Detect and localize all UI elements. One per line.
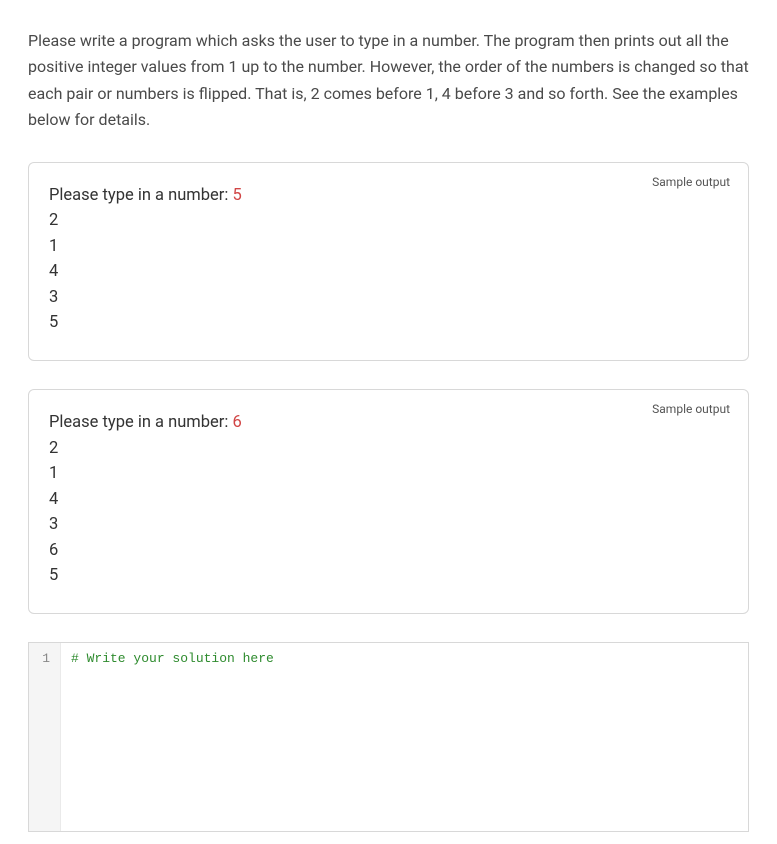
code-editor-area[interactable]: # Write your solution here xyxy=(61,643,748,831)
sample-output-line: 5 xyxy=(49,563,728,589)
code-comment: # Write your solution here xyxy=(71,651,274,666)
sample-output-line: 4 xyxy=(49,487,728,513)
sample-output-line: 2 xyxy=(49,436,728,462)
sample-output-line: 1 xyxy=(49,234,728,260)
sample-output-line: 4 xyxy=(49,259,728,285)
sample-output-line: 3 xyxy=(49,512,728,538)
sample-prompt-text: Please type in a number: xyxy=(49,413,232,432)
code-editor[interactable]: 1 # Write your solution here xyxy=(28,642,749,832)
sample-output-box: Sample output Please type in a number: 6… xyxy=(28,389,749,614)
sample-output-box: Sample output Please type in a number: 5… xyxy=(28,162,749,361)
line-number: 1 xyxy=(35,649,50,669)
sample-output-label: Sample output xyxy=(652,402,730,416)
sample-output-content: Please type in a number: 6214365 xyxy=(49,410,728,589)
code-editor-gutter: 1 xyxy=(29,643,61,831)
sample-output-line: 5 xyxy=(49,310,728,336)
sample-output-content: Please type in a number: 521435 xyxy=(49,183,728,336)
sample-output-line: 3 xyxy=(49,285,728,311)
sample-prompt-text: Please type in a number: xyxy=(49,186,232,205)
sample-output-line: 2 xyxy=(49,208,728,234)
sample-output-label: Sample output xyxy=(652,175,730,189)
sample-user-input: 6 xyxy=(232,413,241,432)
problem-description: Please write a program which asks the us… xyxy=(28,28,749,134)
sample-output-line: 1 xyxy=(49,461,728,487)
sample-user-input: 5 xyxy=(232,186,241,205)
sample-output-line: 6 xyxy=(49,538,728,564)
